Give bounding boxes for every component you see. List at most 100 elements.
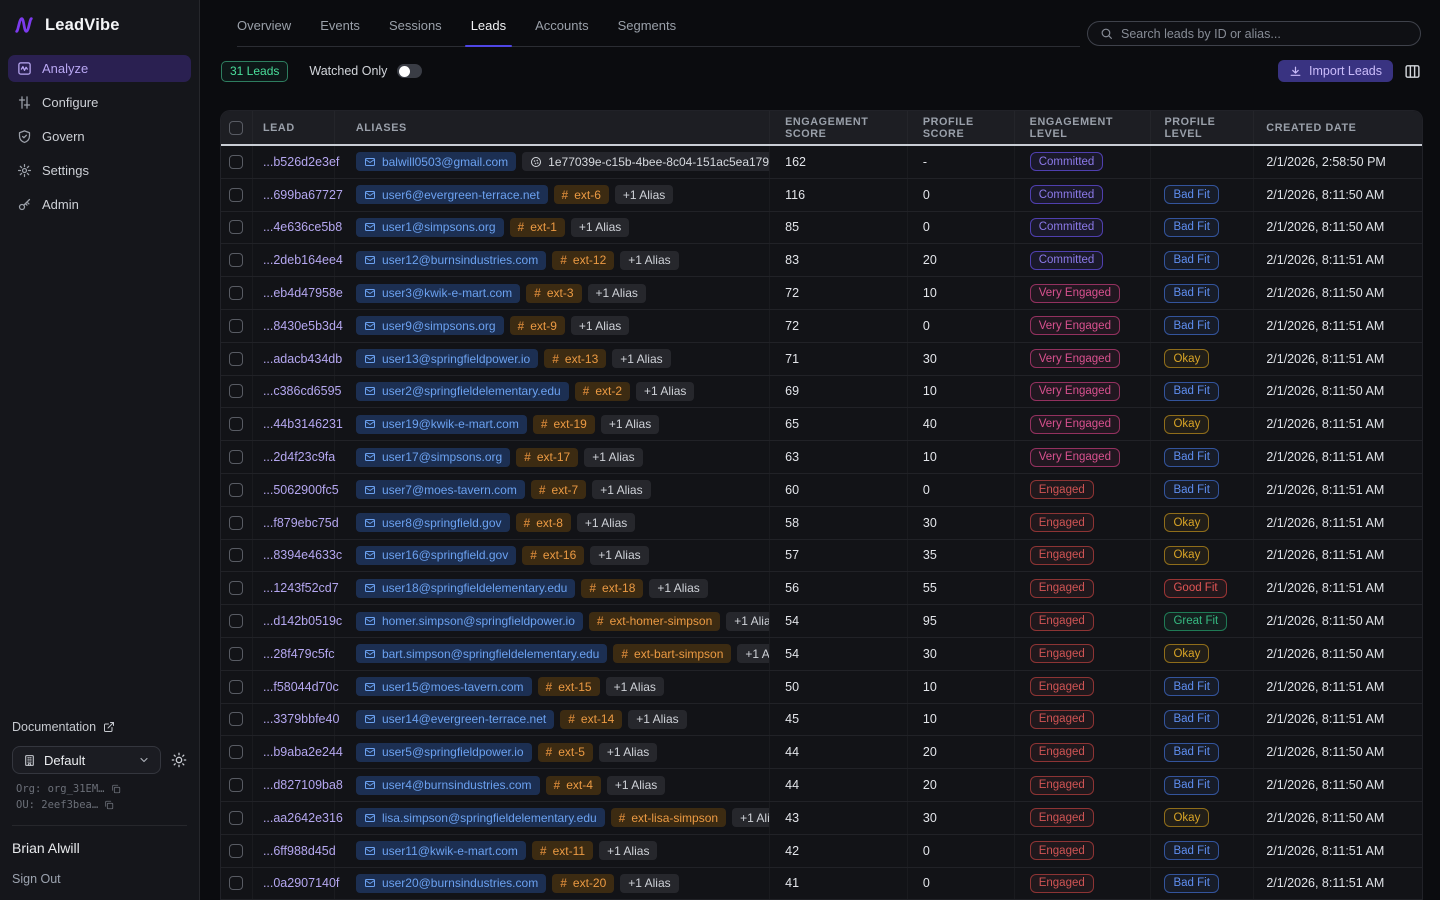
table-row[interactable]: ...aa2642e316 lisa.simpson@springfieldel… [221,802,1422,835]
tab-sessions[interactable]: Sessions [389,18,442,46]
tab-overview[interactable]: Overview [237,18,291,46]
more-aliases-chip[interactable]: +1 Alias [628,710,686,729]
email-alias-chip[interactable]: user13@springfieldpower.io [356,349,538,368]
row-checkbox[interactable] [229,844,243,858]
lead-id-link[interactable]: ...f879ebc75d [263,516,339,530]
external-id-chip[interactable]: # ext-14 [560,710,622,729]
external-id-chip[interactable]: # ext-16 [522,546,584,565]
table-row[interactable]: ...0a2907140f user20@burnsindustries.com… [221,868,1422,900]
more-aliases-chip[interactable]: +1 Alias [571,316,629,335]
sidebar-item-configure[interactable]: Configure [8,89,191,116]
documentation-link[interactable]: Documentation [12,714,187,746]
row-checkbox[interactable] [229,352,243,366]
lead-id-link[interactable]: ...699ba67727 [263,188,343,202]
email-alias-chip[interactable]: user7@moes-tavern.com [356,480,525,499]
more-aliases-chip[interactable]: +1 Alias [599,743,657,762]
row-checkbox[interactable] [229,188,243,202]
table-row[interactable]: ...f879ebc75d user8@springfield.gov # ex… [221,507,1422,540]
more-aliases-chip[interactable]: +1 Alias [726,612,770,631]
row-checkbox[interactable] [229,712,243,726]
table-row[interactable]: ...8430e5b3d4 user9@simpsons.org # ext-9… [221,310,1422,343]
table-row[interactable]: ...c386cd6595 user2@springfieldelementar… [221,376,1422,409]
table-row[interactable]: ...adacb434db user13@springfieldpower.io… [221,343,1422,376]
email-alias-chip[interactable]: user11@kwik-e-mart.com [356,841,526,860]
row-checkbox[interactable] [229,614,243,628]
lead-id-link[interactable]: ...c386cd6595 [263,384,342,398]
row-checkbox[interactable] [229,319,243,333]
email-alias-chip[interactable]: user5@springfieldpower.io [356,743,532,762]
external-id-chip[interactable]: # ext-19 [533,415,595,434]
more-aliases-chip[interactable]: +1 Alias [571,218,629,237]
email-alias-chip[interactable]: user18@springfieldelementary.edu [356,579,575,598]
more-aliases-chip[interactable]: +1 Alias [636,382,694,401]
lead-id-link[interactable]: ...8394e4633c [263,548,342,562]
email-alias-chip[interactable]: user19@kwik-e-mart.com [356,415,527,434]
email-alias-chip[interactable]: user6@evergreen-terrace.net [356,185,548,204]
table-row[interactable]: ...3379bbfe40 user14@evergreen-terrace.n… [221,704,1422,737]
table-row[interactable]: ...1243f52cd7 user18@springfieldelementa… [221,572,1422,605]
email-alias-chip[interactable]: user15@moes-tavern.com [356,677,532,696]
lead-id-link[interactable]: ...6ff988d45d [263,844,336,858]
anonymous-id-chip[interactable]: 1e77039e-c15b-4bee-8c04-151ac5ea1797 [522,152,770,171]
theme-toggle-button[interactable] [171,752,187,768]
tab-segments[interactable]: Segments [618,18,677,46]
lead-id-link[interactable]: ...f58044d70c [263,680,339,694]
email-alias-chip[interactable]: lisa.simpson@springfieldelementary.edu [356,808,605,827]
table-row[interactable]: ...6ff988d45d user11@kwik-e-mart.com # e… [221,835,1422,868]
column-header-lead[interactable]: LEAD [253,111,335,144]
column-header-profile-level[interactable]: PROFILE LEVEL [1151,111,1254,144]
external-id-chip[interactable]: # ext-9 [510,316,565,335]
table-row[interactable]: ...f58044d70c user15@moes-tavern.com # e… [221,671,1422,704]
email-alias-chip[interactable]: user16@springfield.gov [356,546,516,565]
row-checkbox[interactable] [229,516,243,530]
lead-id-link[interactable]: ...aa2642e316 [263,811,343,825]
table-row[interactable]: ...2d4f23c9fa user17@simpsons.org # ext-… [221,441,1422,474]
table-row[interactable]: ...2deb164ee4 user12@burnsindustries.com… [221,244,1422,277]
column-header-engagement-level[interactable]: ENGAGEMENT LEVEL [1015,111,1152,144]
table-row[interactable]: ...28f479c5fc bart.simpson@springfieldel… [221,638,1422,671]
row-checkbox[interactable] [229,483,243,497]
external-id-chip[interactable]: # ext-lisa-simpson [611,808,726,827]
row-checkbox[interactable] [229,548,243,562]
email-alias-chip[interactable]: user14@evergreen-terrace.net [356,710,554,729]
row-checkbox[interactable] [229,450,243,464]
email-alias-chip[interactable]: user12@burnsindustries.com [356,251,546,270]
external-id-chip[interactable]: # ext-15 [538,677,600,696]
table-row[interactable]: ...8394e4633c user16@springfield.gov # e… [221,540,1422,573]
more-aliases-chip[interactable]: +1 Alias [615,185,673,204]
more-aliases-chip[interactable]: +1 Alias [620,251,678,270]
external-id-chip[interactable]: # ext-20 [552,874,614,893]
row-checkbox[interactable] [229,745,243,759]
lead-id-link[interactable]: ...8430e5b3d4 [263,319,343,333]
lead-id-link[interactable]: ...3379bbfe40 [263,712,339,726]
more-aliases-chip[interactable]: +1 Alias [732,808,770,827]
lead-id-link[interactable]: ...b9aba2e244 [263,745,343,759]
more-aliases-chip[interactable]: +1 Alias [599,841,657,860]
more-aliases-chip[interactable]: +1 Alias [607,776,665,795]
row-checkbox[interactable] [229,155,243,169]
lead-id-link[interactable]: ...2deb164ee4 [263,253,343,267]
copy-icon[interactable] [104,800,114,810]
copy-icon[interactable] [111,784,121,794]
row-checkbox[interactable] [229,220,243,234]
row-checkbox[interactable] [229,581,243,595]
external-id-chip[interactable]: # ext-5 [538,743,593,762]
row-checkbox[interactable] [229,680,243,694]
row-checkbox[interactable] [229,384,243,398]
row-checkbox[interactable] [229,647,243,661]
email-alias-chip[interactable]: user17@simpsons.org [356,448,510,467]
lead-id-link[interactable]: ...0a2907140f [263,876,339,890]
lead-id-link[interactable]: ...eb4d47958e [263,286,343,300]
watched-only-toggle[interactable] [397,64,422,78]
more-aliases-chip[interactable]: +1 Alias [620,874,678,893]
external-id-chip[interactable]: # ext-3 [526,284,581,303]
lead-id-link[interactable]: ...adacb434db [263,352,342,366]
lead-id-link[interactable]: ...2d4f23c9fa [263,450,335,464]
external-id-chip[interactable]: # ext-18 [581,579,643,598]
table-row[interactable]: ...5062900fc5 user7@moes-tavern.com # ex… [221,474,1422,507]
email-alias-chip[interactable]: user4@burnsindustries.com [356,776,540,795]
more-aliases-chip[interactable]: +1 Alias [601,415,659,434]
lead-id-link[interactable]: ...1243f52cd7 [263,581,339,595]
table-row[interactable]: ...b9aba2e244 user5@springfieldpower.io … [221,736,1422,769]
sidebar-item-settings[interactable]: Settings [8,157,191,184]
